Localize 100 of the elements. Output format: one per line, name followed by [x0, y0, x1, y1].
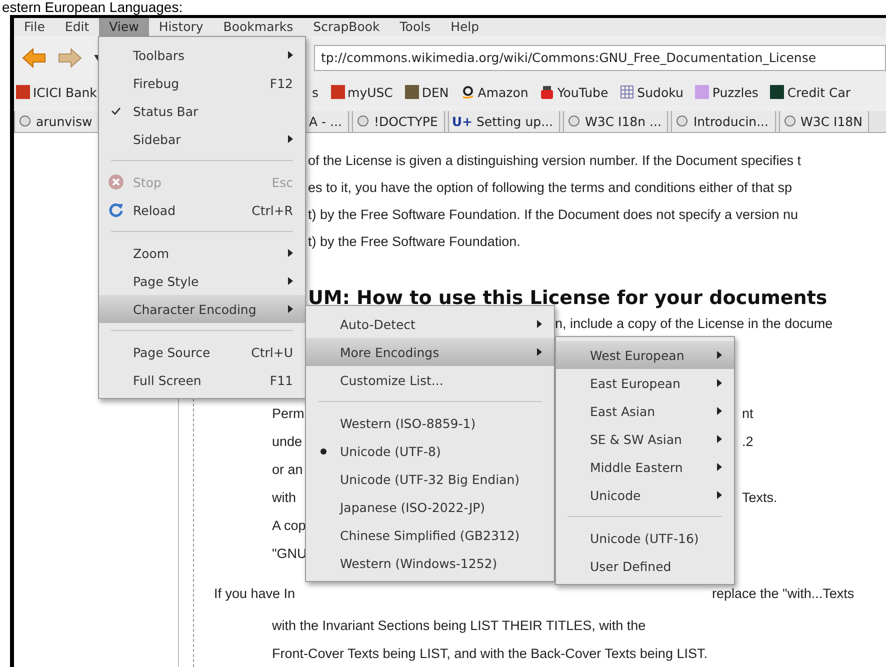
radio-dot-icon — [320, 448, 326, 454]
menu-item[interactable]: More Encodings — [306, 338, 554, 366]
menu-item[interactable]: Customize List... — [306, 366, 554, 394]
menu-item[interactable]: Full Screen F11 — [99, 366, 305, 394]
tab-label: W3C I18n ... — [585, 114, 662, 128]
favicon-icon — [16, 85, 30, 100]
body-text: Front-Cover Texts being LIST, and with the Back-Cover Texts being LIST. — [272, 646, 708, 660]
submenu-caret-icon — [288, 135, 293, 143]
body-text: n, include a copy of the License in the docume — [555, 316, 833, 331]
forward-arrow-icon[interactable] — [58, 48, 82, 68]
body-text: t) by the Free Software Foundation. — [308, 234, 520, 249]
browser-tab[interactable]: U+ Setting up... — [448, 111, 560, 132]
menu-item[interactable]: Character Encoding — [99, 295, 305, 323]
tab-label: arunvisw — [36, 114, 92, 128]
body-text: If you have In — [214, 586, 296, 600]
body-text: unde — [272, 434, 302, 448]
menu-item[interactable]: East European — [556, 369, 734, 397]
menu-item[interactable]: Western (ISO-8859-1) — [306, 409, 554, 437]
body-text: A cop — [272, 518, 306, 532]
section-heading: UM: How to use this License for your documents — [308, 287, 828, 309]
browser-tab[interactable]: A - ... — [305, 111, 349, 132]
browser-tab[interactable]: Introducin... — [671, 111, 776, 132]
bookmark-link[interactable]: YouTube — [540, 84, 608, 100]
menu-item[interactable]: User Defined — [556, 552, 734, 580]
menu-item[interactable]: Unicode — [556, 481, 734, 509]
tab-label: Setting up... — [476, 114, 553, 128]
submenu-caret-icon — [717, 379, 722, 387]
browser-tab[interactable]: !DOCTYPE — [352, 111, 445, 132]
browser-tab[interactable]: W3C I18n ... — [563, 111, 668, 132]
menu-item[interactable]: Sidebar — [99, 125, 305, 153]
menu-item[interactable]: Page Style — [99, 267, 305, 295]
bookmark-link[interactable]: ICICI Bank — [16, 84, 97, 100]
menu-bar-item[interactable]: View — [99, 18, 149, 36]
tab-label: W3C I18N — [800, 114, 862, 128]
address-field[interactable]: tp://commons.wikimedia.org/wiki/Commons:GNU_Free_Documentation_License — [314, 44, 886, 71]
menu-item[interactable]: SE & SW Asian — [556, 425, 734, 453]
menu-item[interactable]: Unicode (UTF-32 Big Endian) — [306, 465, 554, 493]
menu-item[interactable]: Firebug F12 — [99, 69, 305, 97]
menu-item[interactable]: Toolbars — [99, 41, 305, 69]
body-text: with the Invariant Sections being LIST THEIR TITLES, with the — [272, 618, 646, 632]
back-arrow-icon[interactable] — [22, 48, 46, 68]
body-text: with — [272, 490, 296, 504]
menu-bar-item[interactable]: Bookmarks — [213, 18, 304, 36]
menu-item[interactable]: Zoom — [99, 239, 305, 267]
menu-item[interactable]: Western (Windows-1252) — [306, 549, 554, 577]
bookmark-link[interactable]: Amazon — [460, 84, 528, 100]
menu-item[interactable]: Unicode (UTF-16) — [556, 524, 734, 552]
menu-bar-item[interactable]: Help — [440, 18, 490, 36]
favicon-icon — [770, 85, 784, 100]
submenu-caret-icon — [717, 435, 722, 443]
caption-text: estern European Languages: — [1, 0, 184, 15]
menu-bar-item[interactable]: ScrapBook — [303, 18, 390, 36]
menu-item[interactable]: Status Bar — [99, 97, 305, 125]
body-text: of the License is given a distinguishing version number. If the Document specifies t — [308, 153, 802, 168]
menu-bar-item[interactable]: Edit — [54, 18, 100, 36]
menu-item[interactable]: East Asian — [556, 397, 734, 425]
body-text: Texts. — [742, 490, 778, 504]
bookmark-link[interactable]: Sudoku — [620, 84, 684, 100]
submenu-caret-icon — [717, 463, 722, 471]
menu-item[interactable]: Japanese (ISO-2022-JP) — [306, 493, 554, 521]
menu-item[interactable]: Unicode (UTF-8) — [306, 437, 554, 465]
submenu-caret-icon — [288, 249, 293, 257]
menu-item[interactable]: Reload Ctrl+R — [99, 196, 305, 224]
body-text: t) by the Free Software Foundation. If the Document does not specify a version nu — [308, 207, 798, 222]
menu-item[interactable]: West European — [556, 341, 734, 369]
globe-icon — [567, 114, 581, 128]
submenu-caret-icon — [537, 320, 542, 328]
browser-tab[interactable]: arunvisw — [14, 111, 100, 132]
menu-item[interactable]: Middle Eastern — [556, 453, 734, 481]
menu-item[interactable]: Chinese Simplified (GB2312) — [306, 521, 554, 549]
favicon-icon — [695, 85, 710, 100]
checkmark-icon — [111, 106, 121, 116]
tab-label: A - ... — [309, 114, 342, 128]
globe-icon — [18, 114, 32, 128]
tab-label: !DOCTYPE — [374, 114, 438, 128]
bookmark-link[interactable]: myUSC — [330, 84, 393, 100]
menu-item[interactable]: Auto-Detect — [306, 310, 554, 338]
favicon-icon — [404, 85, 419, 100]
submenu-caret-icon — [288, 305, 293, 313]
grid-icon — [620, 85, 634, 100]
submenu-caret-icon — [717, 491, 722, 499]
tab-label: Introducin... — [693, 114, 769, 128]
submenu-caret-icon — [288, 277, 293, 285]
tv-icon — [540, 85, 554, 100]
browser-tab[interactable]: W3C I18N — [778, 111, 870, 132]
submenu-caret-icon — [717, 407, 722, 415]
globe-icon — [675, 114, 690, 128]
bookmark-link[interactable]: DEN — [404, 84, 449, 100]
menu-item[interactable]: Page Source Ctrl+U — [99, 338, 305, 366]
menu-bar-item[interactable]: File — [14, 18, 55, 36]
body-text: nt — [742, 406, 754, 420]
menu-bar-item[interactable]: History — [148, 18, 214, 36]
bookmark-link[interactable]: s — [312, 84, 319, 100]
globe-icon — [356, 114, 370, 128]
body-text: es to it, you have the option of following the terms and conditions either of that sp — [308, 180, 792, 195]
menu-bar-item[interactable]: Tools — [390, 18, 441, 36]
bookmark-link[interactable]: Credit Car — [770, 84, 851, 100]
bookmark-link[interactable]: Puzzles — [695, 84, 758, 100]
body-text: replace the "with...Texts — [712, 586, 854, 600]
globe-icon — [782, 114, 797, 128]
